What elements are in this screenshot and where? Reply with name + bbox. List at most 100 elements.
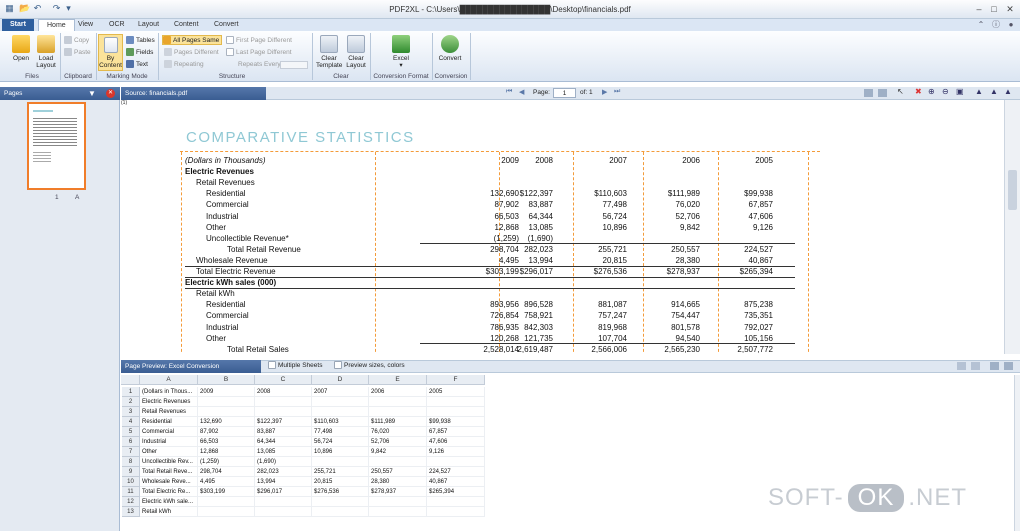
preview-sizes-checkbox[interactable]: Preview sizes, colors xyxy=(334,361,405,371)
excel-format-button[interactable]: Excel ▾ xyxy=(386,35,416,69)
by-content-button[interactable]: By Content xyxy=(98,34,123,71)
grid-cell[interactable]: Retail kWh xyxy=(140,507,198,517)
grid-cell[interactable] xyxy=(312,457,369,467)
grid-cell[interactable]: 2006 xyxy=(369,387,427,397)
grid-cell[interactable]: 282,023 xyxy=(255,467,312,477)
grid-cell[interactable] xyxy=(312,497,369,507)
grid-row-number[interactable]: 12 xyxy=(122,497,140,507)
first-page-different-checkbox[interactable]: First Page Different xyxy=(226,36,292,46)
preview-scrollbar[interactable] xyxy=(1014,375,1020,531)
grid-cell[interactable]: Retail Revenues xyxy=(140,407,198,417)
grid-cell[interactable] xyxy=(369,497,427,507)
pages-different-button[interactable]: Pages Different xyxy=(164,48,219,58)
grid-cell[interactable] xyxy=(198,497,255,507)
tab-start[interactable]: Start xyxy=(2,19,34,31)
grid-row-number[interactable]: 2 xyxy=(122,397,140,407)
close-icon[interactable]: ✕ xyxy=(1004,3,1016,15)
grid-column-header[interactable]: E xyxy=(369,375,427,385)
last-page-icon[interactable]: ⏭ xyxy=(614,88,620,96)
grid-cell[interactable] xyxy=(198,397,255,407)
grid-cell[interactable]: 56,724 xyxy=(312,437,369,447)
tab-view[interactable]: View xyxy=(70,19,101,31)
flip-icon[interactable]: ▲ xyxy=(1004,87,1012,96)
grid-corner[interactable] xyxy=(121,375,140,385)
fields-button[interactable]: Fields xyxy=(126,48,153,58)
grid-cell[interactable]: 2007 xyxy=(312,387,369,397)
load-layout-button[interactable]: Load Layout xyxy=(34,35,58,69)
grid-cell[interactable] xyxy=(312,397,369,407)
grid-column-header[interactable]: F xyxy=(427,375,485,385)
tables-button[interactable]: Tables xyxy=(126,36,155,46)
clear-layout-button[interactable]: Clear Layout xyxy=(344,35,368,69)
grid-cell[interactable]: 64,344 xyxy=(255,437,312,447)
grid-cell[interactable] xyxy=(427,507,485,517)
grid-cell[interactable] xyxy=(255,397,312,407)
maximize-icon[interactable]: □ xyxy=(988,3,1000,15)
grid-cell[interactable]: 13,085 xyxy=(255,447,312,457)
grid-cell[interactable]: 20,815 xyxy=(312,477,369,487)
tab-convert[interactable]: Convert xyxy=(206,19,247,31)
grid-cell[interactable]: Electric Revenues xyxy=(140,397,198,407)
preview-view-icon[interactable] xyxy=(971,362,980,370)
grid-cell[interactable]: $276,536 xyxy=(312,487,369,497)
zoom-out-icon[interactable]: ⊖ xyxy=(942,87,949,96)
first-page-icon[interactable]: ⏮ xyxy=(506,88,512,96)
paste-button[interactable]: Paste xyxy=(64,48,91,58)
help-icon[interactable]: ⓘ xyxy=(990,19,1002,31)
grid-cell[interactable]: 298,704 xyxy=(198,467,255,477)
page-number-input[interactable]: 1 xyxy=(553,88,576,98)
prev-page-icon[interactable]: ◀ xyxy=(519,88,524,96)
scrollbar-thumb[interactable] xyxy=(1008,170,1017,210)
copy-button[interactable]: Copy xyxy=(64,36,89,46)
tab-ocr[interactable]: OCR xyxy=(101,19,133,31)
clear-template-button[interactable]: Clear Template xyxy=(316,35,342,69)
grid-row-number[interactable]: 1 xyxy=(122,387,140,397)
close-pane-icon[interactable]: ✕ xyxy=(106,89,115,98)
grid-cell[interactable]: Commercial xyxy=(140,427,198,437)
undo-icon[interactable]: ↶ xyxy=(32,3,43,14)
grid-cell[interactable] xyxy=(427,407,485,417)
grid-cell[interactable]: (1,690) xyxy=(255,457,312,467)
grid-cell[interactable]: $122,397 xyxy=(255,417,312,427)
grid-column-header[interactable]: A xyxy=(140,375,198,385)
grid-cell[interactable]: 77,498 xyxy=(312,427,369,437)
grid-cell[interactable]: Electric kWh sale... xyxy=(140,497,198,507)
grid-column-header[interactable]: D xyxy=(312,375,369,385)
tab-layout[interactable]: Layout xyxy=(130,19,167,31)
grid-cell[interactable]: Industrial xyxy=(140,437,198,447)
preview-view-icon[interactable] xyxy=(957,362,966,370)
grid-cell[interactable]: Residential xyxy=(140,417,198,427)
fit-page-icon[interactable]: ▣ xyxy=(956,87,964,96)
grid-row-number[interactable]: 3 xyxy=(122,407,140,417)
next-page-icon[interactable]: ▶ xyxy=(602,88,607,96)
grid-cell[interactable]: 52,706 xyxy=(369,437,427,447)
grid-row-number[interactable]: 8 xyxy=(122,457,140,467)
text-button[interactable]: Text xyxy=(126,60,148,70)
grid-cell[interactable] xyxy=(427,497,485,507)
comment-icon[interactable] xyxy=(1004,362,1013,370)
rotate-icon[interactable]: ▲ xyxy=(975,87,983,96)
repeats-every-input[interactable] xyxy=(280,61,308,69)
grid-cell[interactable]: 67,857 xyxy=(427,427,485,437)
grid-cell[interactable] xyxy=(198,407,255,417)
grid-cell[interactable] xyxy=(312,507,369,517)
grid-cell[interactable]: 28,380 xyxy=(369,477,427,487)
grid-cell[interactable]: Wholesale Reve... xyxy=(140,477,198,487)
convert-button[interactable]: Convert xyxy=(436,35,464,62)
grid-column-header[interactable]: C xyxy=(255,375,312,385)
mirror-icon[interactable]: ▲ xyxy=(990,87,998,96)
grid-cell[interactable]: 224,527 xyxy=(427,467,485,477)
delete-icon[interactable]: ✖ xyxy=(915,87,922,96)
open-button[interactable]: Open xyxy=(8,35,34,62)
grid-cell[interactable]: $303,199 xyxy=(198,487,255,497)
grid-cell[interactable] xyxy=(427,457,485,467)
grid-cell[interactable]: 13,994 xyxy=(255,477,312,487)
grid-row-number[interactable]: 5 xyxy=(122,427,140,437)
grid-row-number[interactable]: 7 xyxy=(122,447,140,457)
minimize-icon[interactable]: – xyxy=(973,3,985,15)
grid-cell[interactable]: Uncollectible Rev... xyxy=(140,457,198,467)
about-icon[interactable]: ● xyxy=(1005,19,1017,31)
grid-cell[interactable]: 10,896 xyxy=(312,447,369,457)
grid-cell[interactable]: 132,690 xyxy=(198,417,255,427)
grid-cell[interactable]: 2009 xyxy=(198,387,255,397)
